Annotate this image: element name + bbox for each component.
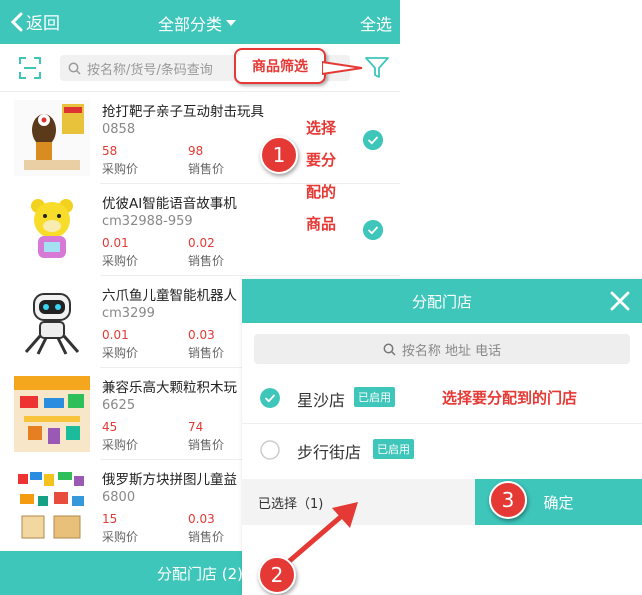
sale-price: 0.03 bbox=[188, 328, 215, 342]
store-search-placeholder: 按名称 地址 电话 bbox=[401, 343, 502, 359]
confirm-label: 确定 bbox=[543, 493, 574, 512]
assign-store-label: 分配门店 (2) bbox=[156, 564, 244, 583]
product-thumbnail bbox=[14, 100, 90, 176]
checkmark-icon[interactable] bbox=[363, 130, 383, 150]
select-products-annotation: 选择要分配的商品 bbox=[306, 119, 337, 233]
product-thumbnail bbox=[14, 376, 90, 452]
select-all-button[interactable]: 全选 bbox=[360, 11, 392, 35]
sale-price: 74 bbox=[188, 420, 204, 434]
sale-price-label: 销售价 bbox=[188, 438, 225, 452]
close-icon[interactable] bbox=[608, 289, 632, 313]
back-label: 返回 bbox=[26, 14, 60, 34]
sale-price-label: 销售价 bbox=[188, 346, 225, 360]
sale-price: 98 bbox=[188, 144, 204, 158]
product-thumbnail bbox=[14, 468, 90, 544]
purchase-price: 58 bbox=[102, 144, 118, 158]
purchase-price-label: 采购价 bbox=[102, 346, 139, 360]
caret-down-icon bbox=[226, 20, 237, 26]
product-code: 0858 bbox=[102, 122, 136, 137]
status-badge: 已启用 bbox=[354, 387, 395, 407]
chevron-left-icon bbox=[10, 12, 23, 31]
search-icon bbox=[383, 343, 396, 356]
search-placeholder: 按名称/货号/条码查询 bbox=[87, 62, 213, 78]
status-badge: 已启用 bbox=[373, 439, 414, 459]
purchase-price: 0.01 bbox=[102, 236, 129, 250]
top-bar: 返回 全部分类 全选 bbox=[0, 0, 400, 44]
filter-callout: 商品筛选 bbox=[234, 48, 326, 84]
product-thumbnail bbox=[14, 284, 90, 360]
step-3-badge: 3 bbox=[489, 481, 527, 519]
filter-icon[interactable] bbox=[364, 55, 390, 81]
checked-radio-icon[interactable] bbox=[260, 388, 280, 408]
arrow-annotation bbox=[283, 502, 358, 567]
store-search-input[interactable]: 按名称 地址 电话 bbox=[254, 334, 630, 364]
back-button[interactable]: 返回 bbox=[10, 9, 60, 34]
store-name: 星沙店 bbox=[297, 391, 346, 410]
product-code: 6625 bbox=[102, 398, 136, 413]
sale-price-label: 销售价 bbox=[188, 162, 225, 176]
purchase-price-label: 采购价 bbox=[102, 254, 139, 268]
step-1-badge: 1 bbox=[260, 136, 298, 174]
page-title: 全部分类 bbox=[158, 15, 223, 34]
purchase-price: 45 bbox=[102, 420, 118, 434]
category-dropdown[interactable]: 全部分类 bbox=[158, 11, 237, 35]
product-thumbnail bbox=[14, 192, 90, 268]
select-store-annotation: 选择要分配到的门店 bbox=[442, 389, 578, 407]
sale-price-label: 销售价 bbox=[188, 254, 225, 268]
purchase-price: 0.01 bbox=[102, 328, 129, 342]
purchase-price-label: 采购价 bbox=[102, 530, 139, 544]
dialog-header: 分配门店 bbox=[242, 279, 642, 323]
product-code: 6800 bbox=[102, 490, 136, 505]
dialog-title: 分配门店 bbox=[411, 292, 472, 311]
product-code: cm3299 bbox=[102, 306, 155, 321]
sale-price: 0.03 bbox=[188, 512, 215, 526]
purchase-price-label: 采购价 bbox=[102, 162, 139, 176]
unchecked-radio-icon[interactable] bbox=[260, 440, 280, 460]
search-icon bbox=[68, 62, 81, 75]
purchase-price-label: 采购价 bbox=[102, 438, 139, 452]
store-name: 步行街店 bbox=[297, 443, 362, 462]
step-2-badge: 2 bbox=[258, 556, 296, 594]
checkmark-icon[interactable] bbox=[363, 220, 383, 240]
sale-price: 0.02 bbox=[188, 236, 215, 250]
callout-pointer bbox=[322, 60, 363, 76]
sale-price-label: 销售价 bbox=[188, 530, 225, 544]
product-code: cm32988-959 bbox=[102, 214, 193, 229]
product-name: 优彼AI智能语音故事机 bbox=[102, 196, 237, 212]
product-name: 抢打靶子亲子互动射击玩具 bbox=[102, 104, 264, 120]
scan-icon[interactable] bbox=[18, 56, 42, 80]
store-option[interactable]: 步行街店 已启用 bbox=[242, 424, 642, 476]
purchase-price: 15 bbox=[102, 512, 118, 526]
